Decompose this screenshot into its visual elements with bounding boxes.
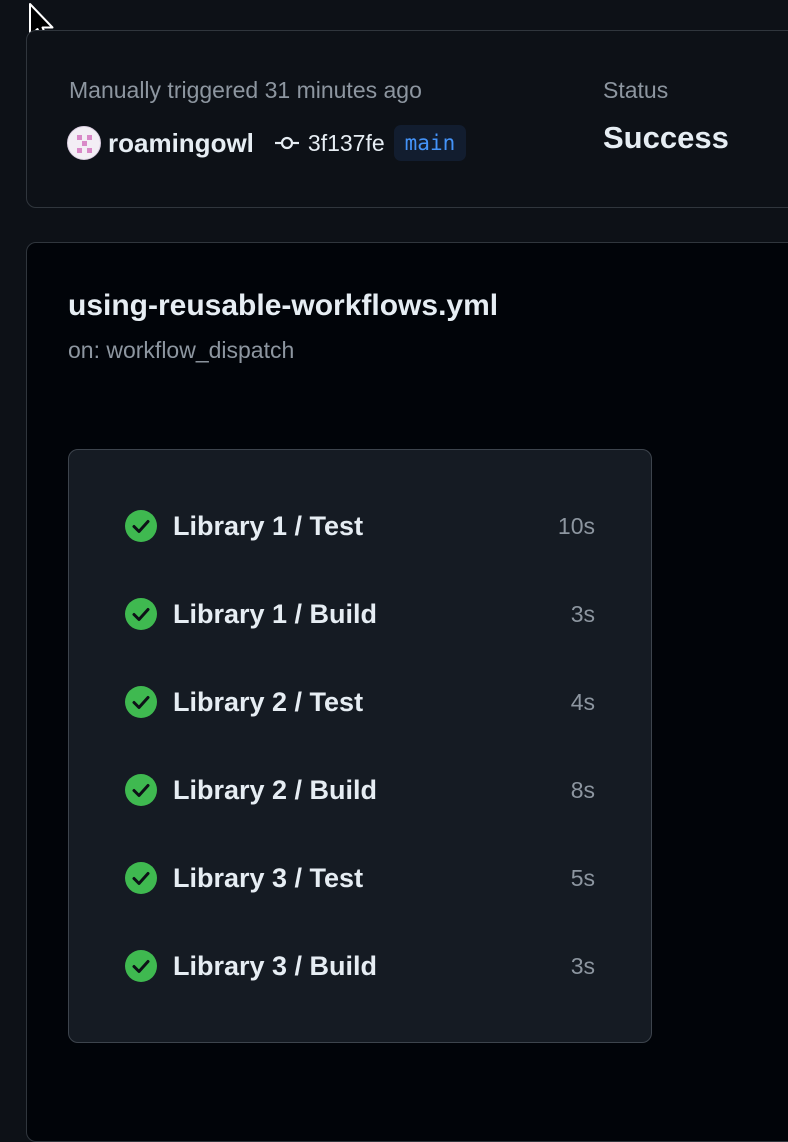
- job-item[interactable]: Library 1 / Test 10s: [125, 506, 595, 546]
- job-item[interactable]: Library 1 / Build 3s: [125, 594, 595, 634]
- job-duration: 5s: [570, 864, 595, 891]
- job-name: Library 3 / Test: [173, 862, 364, 893]
- job-item[interactable]: Library 3 / Test 5s: [125, 858, 595, 898]
- check-circle-fill-icon: [125, 686, 157, 718]
- git-commit-icon: [274, 136, 299, 150]
- branch-badge[interactable]: main: [393, 125, 467, 161]
- workflow-file-name: using-reusable-workflows.yml: [68, 289, 499, 322]
- job-item[interactable]: Library 2 / Build 8s: [125, 770, 595, 810]
- job-name: Library 1 / Test: [173, 510, 364, 541]
- check-circle-fill-icon: [125, 510, 157, 542]
- job-duration: 3s: [570, 600, 595, 627]
- job-item[interactable]: Library 2 / Test 4s: [125, 682, 595, 722]
- check-circle-fill-icon: [125, 862, 157, 894]
- actor-username-link[interactable]: roamingowl: [108, 128, 254, 159]
- job-duration: 10s: [557, 512, 595, 539]
- commit-sha-link[interactable]: 3f137fe: [308, 130, 385, 157]
- run-meta-row: roamingowl 3f137fe main: [67, 123, 467, 163]
- run-summary-card: Manually triggered 31 minutes ago roamin…: [26, 30, 788, 208]
- job-item[interactable]: Library 3 / Build 3s: [125, 946, 595, 986]
- job-name: Library 2 / Test: [173, 686, 364, 717]
- status-value: Success: [603, 120, 729, 155]
- workflow-trigger: on: workflow_dispatch: [68, 337, 295, 363]
- avatar[interactable]: [67, 126, 101, 160]
- job-duration: 3s: [570, 952, 595, 979]
- job-duration: 8s: [570, 776, 595, 803]
- check-circle-fill-icon: [125, 598, 157, 630]
- workflow-graph-card: using-reusable-workflows.yml on: workflo…: [26, 242, 788, 1142]
- status-label: Status: [603, 77, 669, 103]
- check-circle-fill-icon: [125, 950, 157, 982]
- trigger-text: Manually triggered 31 minutes ago: [69, 77, 422, 103]
- job-duration: 4s: [570, 688, 595, 715]
- job-name: Library 2 / Build: [173, 774, 378, 805]
- check-circle-fill-icon: [125, 774, 157, 806]
- job-name: Library 1 / Build: [173, 598, 378, 629]
- jobs-group: Library 1 / Test 10s Library 1 / Build 3…: [68, 449, 652, 1043]
- job-name: Library 3 / Build: [173, 950, 378, 981]
